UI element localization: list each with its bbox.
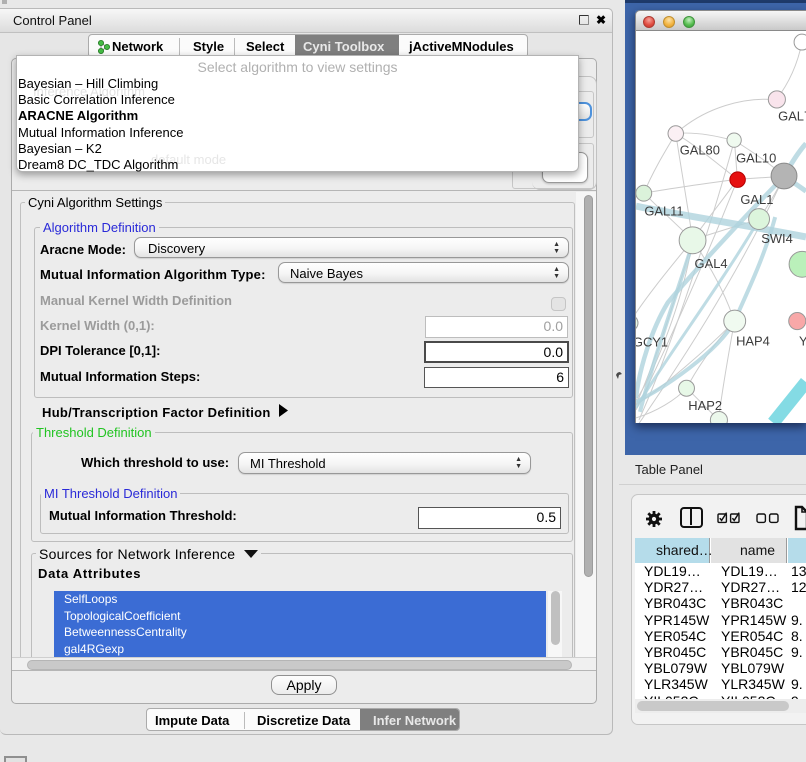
svg-text:Y: Y <box>799 333 806 348</box>
svg-text:GCY1: GCY1 <box>635 334 668 349</box>
svg-text:GAL10: GAL10 <box>736 150 776 165</box>
svg-text:GAL1: GAL1 <box>740 192 773 207</box>
svg-text:GAL7: GAL7 <box>778 109 806 124</box>
svg-text:GAL80: GAL80 <box>680 142 720 157</box>
svg-text:GAL4: GAL4 <box>695 256 728 271</box>
svg-text:HAP4: HAP4 <box>736 333 770 348</box>
svg-text:SWI4: SWI4 <box>761 231 793 246</box>
svg-text:HAP2: HAP2 <box>688 398 722 413</box>
svg-text:GAL11: GAL11 <box>644 204 683 219</box>
